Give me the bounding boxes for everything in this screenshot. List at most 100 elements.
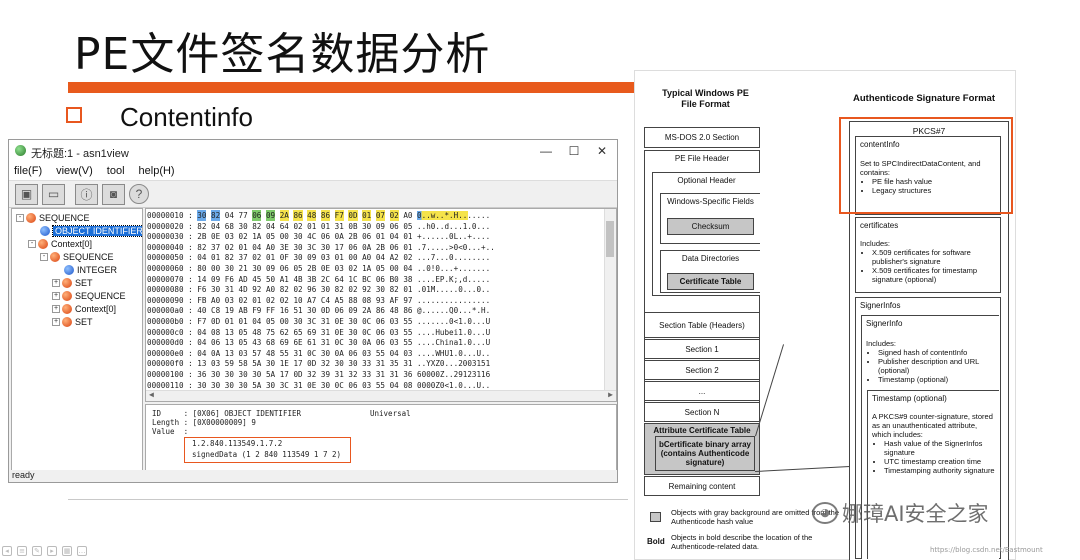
hex-byte[interactable]: 82 (225, 252, 234, 263)
more-icon[interactable]: … (77, 546, 87, 556)
hex-byte[interactable]: 57 (252, 348, 261, 359)
hex-byte[interactable]: 06 (348, 380, 357, 391)
hex-byte[interactable]: 2B (348, 231, 357, 242)
scroll-thumb[interactable] (606, 221, 614, 257)
hex-byte[interactable]: 69 (280, 337, 289, 348)
tree-node[interactable]: + SET (52, 276, 93, 289)
hex-byte[interactable]: 13 (197, 358, 206, 369)
hex-byte[interactable]: 30 (293, 242, 302, 253)
hex-byte[interactable]: 2B (376, 242, 385, 253)
window-titlebar[interactable]: 无标题:1 - asn1view — ☐ ✕ (9, 140, 617, 162)
hex-byte[interactable]: 05 (293, 263, 302, 274)
hex-byte[interactable]: 64 (335, 274, 344, 285)
hex-byte[interactable]: 82 (390, 284, 399, 295)
hex-byte[interactable]: 88 (348, 295, 357, 306)
hex-byte[interactable]: 09 (376, 221, 385, 232)
hex-byte[interactable]: 0A (211, 348, 220, 359)
hex-byte[interactable]: 30 (362, 221, 371, 232)
hex-byte[interactable]: 0C (307, 348, 316, 359)
hex-byte[interactable]: 04 (390, 231, 399, 242)
hex-byte[interactable]: 82 (252, 221, 261, 232)
hex-byte[interactable]: C4 (321, 295, 330, 306)
hex-row[interactable]: 00000020 : 82 04 68 30 82 04 64 02 01 01… (147, 221, 490, 232)
hex-byte[interactable]: 02 (293, 284, 302, 295)
hex-byte[interactable]: 01 (225, 316, 234, 327)
hex-byte[interactable]: 13 (225, 327, 234, 338)
hex-byte[interactable]: 3E (280, 242, 289, 253)
hex-byte[interactable]: 80 (197, 263, 206, 274)
hex-byte[interactable]: F7 (197, 316, 206, 327)
hex-row[interactable]: 000000a0 : 40 C8 19 AB F9 FF 16 51 30 0D… (147, 305, 490, 316)
expand-icon[interactable]: + (52, 291, 60, 300)
hex-byte[interactable]: 08 (362, 295, 371, 306)
hex-byte[interactable]: 0C (362, 327, 371, 338)
hex-byte[interactable]: 30 (376, 284, 385, 295)
hex-byte[interactable]: 07 (375, 210, 385, 221)
close-button[interactable]: ✕ (591, 142, 613, 160)
hex-byte[interactable]: 06 (376, 337, 385, 348)
hex-byte[interactable]: 1A (252, 231, 261, 242)
hex-byte[interactable]: 02 (348, 284, 357, 295)
hex-byte[interactable]: 31 (293, 348, 302, 359)
hex-byte[interactable]: 0D (307, 358, 316, 369)
hex-byte[interactable]: 33 (362, 369, 371, 380)
hex-byte[interactable]: 31 (225, 284, 234, 295)
menu-file[interactable]: file(F) (14, 165, 42, 177)
hex-byte[interactable]: 04 (211, 221, 220, 232)
hex-row[interactable]: 00000080 : F6 30 31 4D 92 A0 82 02 96 30… (147, 284, 490, 295)
hex-byte[interactable]: 02 (293, 221, 302, 232)
hex-byte[interactable]: 31 (335, 369, 344, 380)
hex-byte[interactable]: 30 (239, 221, 248, 232)
hex-row[interactable]: 000000e0 : 04 0A 13 03 57 48 55 31 0C 30… (147, 348, 490, 359)
hex-byte[interactable]: 31 (376, 358, 385, 369)
hex-byte[interactable]: 0C (335, 337, 344, 348)
hex-byte[interactable]: 30 (225, 380, 234, 391)
hex-byte[interactable]: 04 (390, 348, 399, 359)
help-icon[interactable]: ? (129, 184, 149, 204)
hex-byte[interactable]: 06 (376, 316, 385, 327)
hex-byte[interactable]: 30 (211, 284, 220, 295)
hex-byte[interactable]: 06 (390, 242, 399, 253)
expand-icon[interactable]: + (52, 278, 60, 287)
hex-row[interactable]: 00000050 : 04 01 82 37 02 01 0F 30 09 03… (147, 252, 490, 263)
menu-help[interactable]: help(H) (139, 165, 175, 177)
hex-byte[interactable]: 00 (211, 263, 220, 274)
hex-byte[interactable]: 55 (376, 380, 385, 391)
hex-byte[interactable]: 16 (280, 305, 289, 316)
hex-byte[interactable]: AD (239, 274, 248, 285)
hex-byte[interactable]: 32 (307, 369, 316, 380)
hex-byte[interactable]: 5A (266, 369, 275, 380)
hex-byte[interactable]: 00 (280, 231, 289, 242)
hex-byte[interactable]: 0D (293, 369, 302, 380)
hex-byte[interactable]: 06 (321, 231, 330, 242)
hex-byte[interactable]: 02 (252, 252, 261, 263)
hex-byte[interactable]: 06 (348, 242, 357, 253)
hex-byte[interactable]: 65 (293, 327, 302, 338)
hex-byte[interactable]: F7 (334, 210, 344, 221)
hex-byte[interactable]: 30 (239, 380, 248, 391)
hex-byte[interactable]: 4C (307, 231, 316, 242)
hex-byte[interactable]: 92 (362, 284, 371, 295)
hex-byte[interactable]: 02 (266, 295, 275, 306)
hex-byte[interactable]: 36 (403, 369, 412, 380)
hex-byte[interactable]: 17 (280, 369, 289, 380)
hex-byte[interactable]: A7 (307, 295, 316, 306)
hex-row[interactable]: 000000f0 : 13 03 59 58 5A 30 1E 17 0D 32… (147, 358, 490, 369)
hex-byte[interactable]: 1A (362, 263, 371, 274)
expand-icon[interactable]: + (52, 317, 60, 326)
hex-byte[interactable]: 31 (321, 316, 330, 327)
hex-byte[interactable]: 03 (225, 231, 234, 242)
hex-byte[interactable]: 06 (362, 231, 371, 242)
hex-byte[interactable]: 55 (403, 316, 412, 327)
hex-byte[interactable]: 4B (293, 274, 302, 285)
hex-byte[interactable]: 32 (321, 358, 330, 369)
hex-byte[interactable]: 48 (307, 210, 317, 221)
hex-byte[interactable]: 0D (321, 305, 330, 316)
hex-byte[interactable]: 3C (307, 316, 316, 327)
hex-byte[interactable]: 01 (307, 221, 316, 232)
hex-row[interactable]: 00000010 : 30 82 04 77 06 09 2A 86 48 86… (147, 210, 491, 221)
hex-byte[interactable]: 04 (197, 348, 206, 359)
hex-byte[interactable]: 96 (307, 284, 316, 295)
tree-node[interactable]: - SEQUENCE (16, 211, 90, 224)
hex-byte[interactable]: F9 (252, 305, 261, 316)
